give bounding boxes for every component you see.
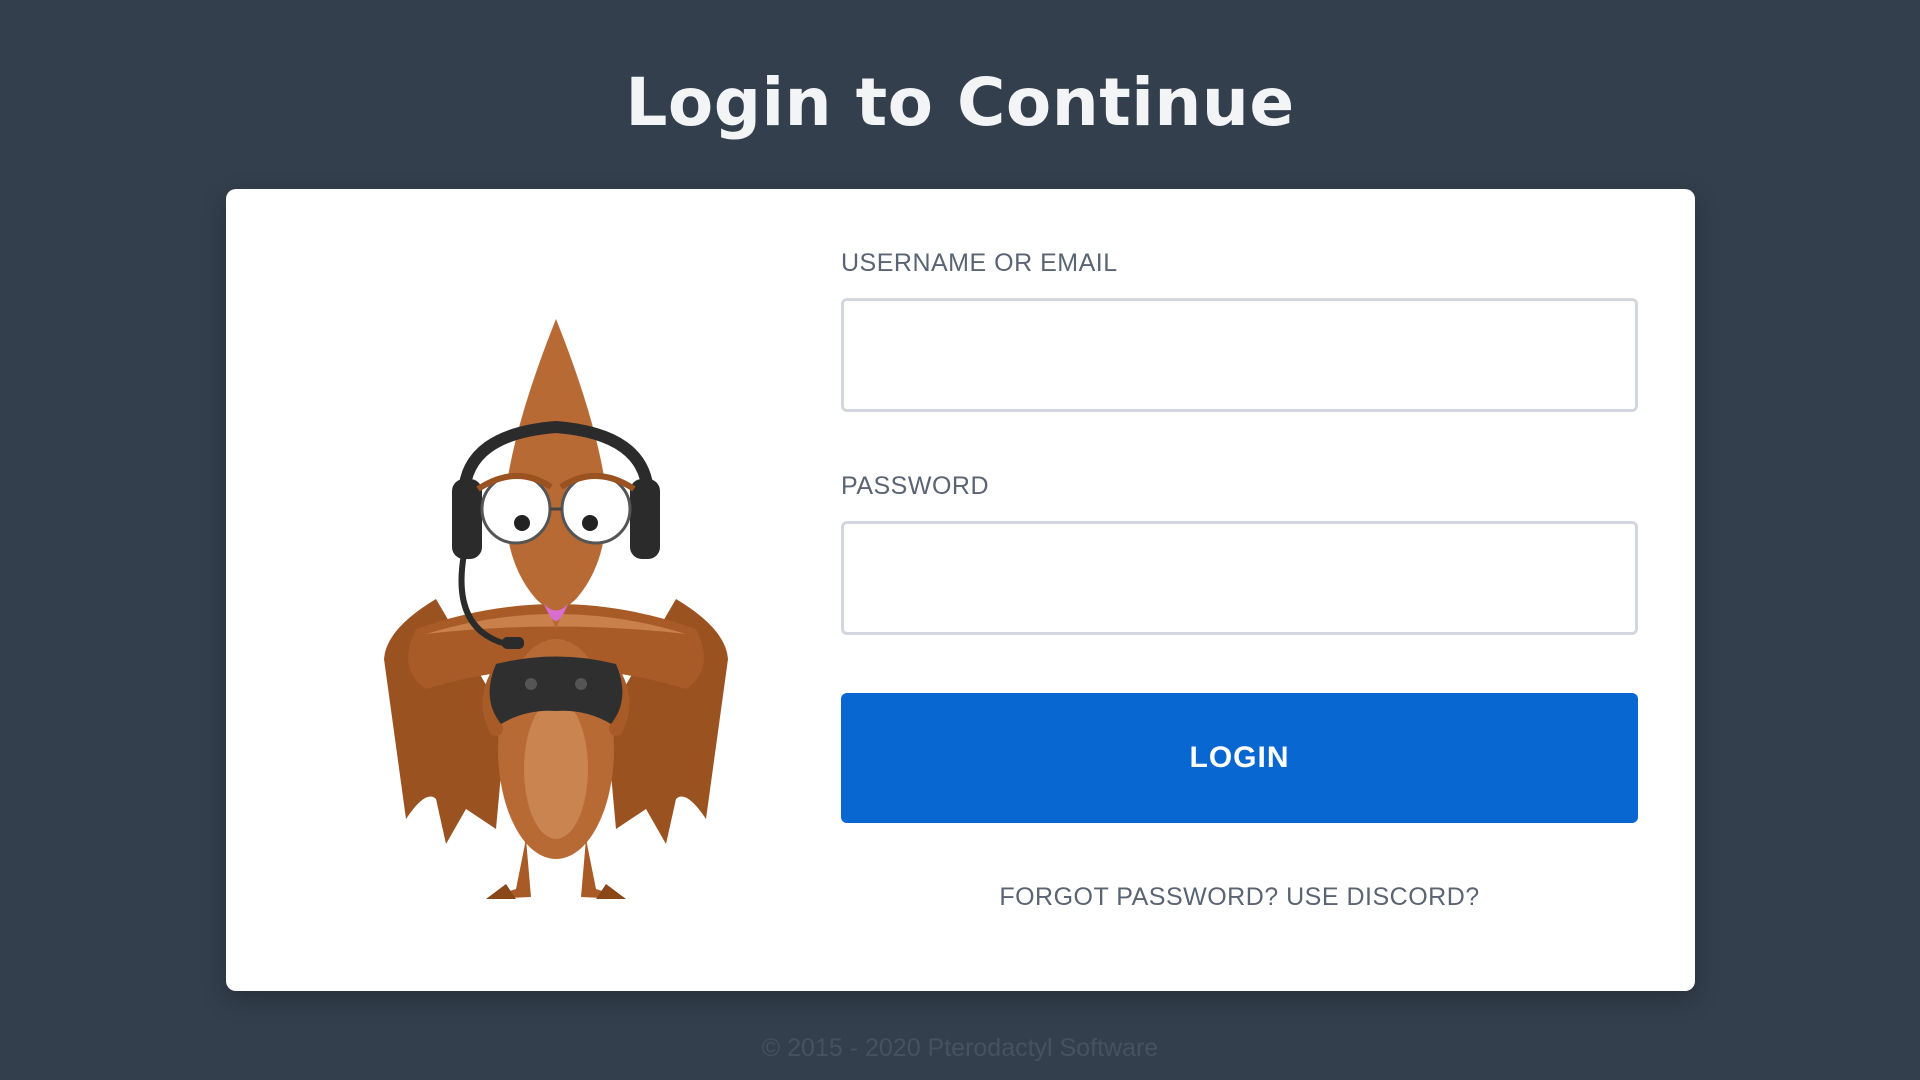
forgot-password-link[interactable]: FORGOT PASSWORD? USE DISCORD?	[841, 883, 1638, 912]
username-field-group: USERNAME OR EMAIL	[841, 249, 1638, 412]
password-label: PASSWORD	[841, 472, 989, 500]
username-input[interactable]	[841, 298, 1638, 412]
page-title: Login to Continue	[625, 64, 1295, 141]
copyright-footer: © 2015 - 2020 Pterodactyl Software	[761, 1034, 1159, 1062]
login-button[interactable]: LOGIN	[841, 693, 1638, 823]
password-field-group: PASSWORD	[841, 472, 1638, 635]
pterodactyl-mascot-icon	[384, 319, 728, 899]
login-card: USERNAME OR EMAIL PASSWORD LOGIN FORGOT …	[226, 189, 1695, 991]
password-input[interactable]	[841, 521, 1638, 635]
login-form: USERNAME OR EMAIL PASSWORD LOGIN FORGOT …	[841, 249, 1638, 912]
login-page: Login to Continue USERNAME OR EMAIL PASS…	[0, 0, 1920, 1080]
username-label: USERNAME OR EMAIL	[841, 249, 1118, 277]
